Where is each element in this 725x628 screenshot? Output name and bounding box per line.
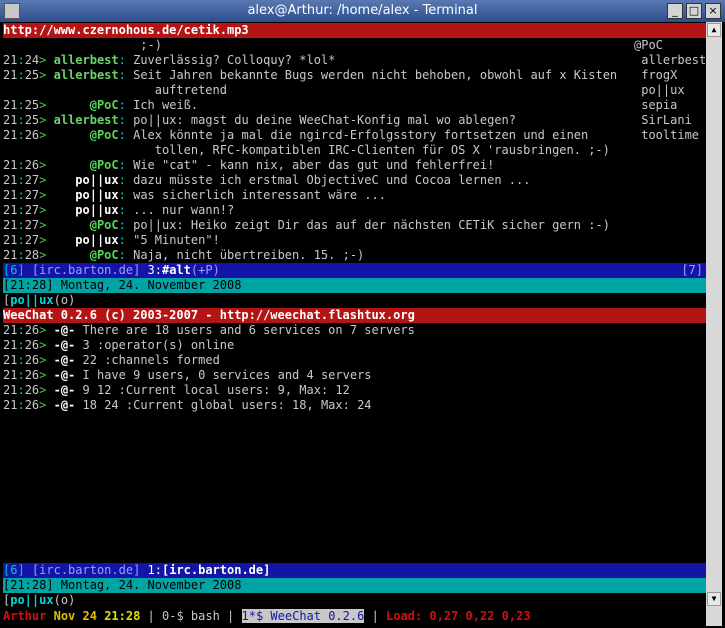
continuation-line: ;-) bbox=[140, 38, 162, 52]
chat-line: 21:24> allerbest: Zuverlässig? Colloquy?… bbox=[3, 53, 336, 67]
chat-line: 21:27> @PoC: po||ux: Heiko zeigt Dir das… bbox=[3, 218, 610, 232]
terminal-content[interactable]: http://www.czernohous.de/cetik.mp3 ;-) 2… bbox=[3, 22, 706, 626]
chat-line: 21:27> po||ux: was sicherlich interessan… bbox=[3, 188, 386, 202]
server-line: 21:26> -@- 18 24 :Current global users: … bbox=[3, 398, 372, 412]
terminal-window: alex@Arthur: /home/alex - Terminal _ □ ×… bbox=[0, 0, 725, 628]
minimize-button[interactable]: _ bbox=[667, 3, 683, 19]
scrollbar[interactable]: ▲ ▼ bbox=[706, 22, 722, 626]
chat-line: 21:25> allerbest: po||ux: magst du deine… bbox=[3, 113, 516, 127]
screen-window-weechat[interactable]: 1*$ WeeChat 0.2.6 bbox=[241, 609, 365, 623]
chat-line: auftretend bbox=[154, 83, 227, 97]
chat-line: 21:26> @PoC: Alex könnte ja mal die ngir… bbox=[3, 128, 589, 142]
nick-label: @PoC bbox=[89, 128, 119, 142]
server-line: 21:26> -@- There are 18 users and 6 serv… bbox=[3, 323, 415, 337]
bottom-status-bar: [6] [irc.barton.de] 1:[irc.barton.de] bbox=[3, 563, 706, 578]
top-info-bar: [21:28] Montag, 24. November 2008 bbox=[3, 278, 706, 293]
bottom-topic-bar: WeeChat 0.2.6 (c) 2003-2007 - http://wee… bbox=[3, 308, 706, 323]
nicklist-item[interactable]: sepia bbox=[634, 98, 706, 113]
nicklist-item[interactable]: tooltime bbox=[634, 128, 706, 143]
title-bar[interactable]: alex@Arthur: /home/alex - Terminal _ □ × bbox=[0, 0, 725, 22]
chat-line: 21:27> po||ux: dazu müsste ich erstmal O… bbox=[3, 173, 531, 187]
nick-label: @PoC bbox=[89, 98, 119, 112]
nicklist-item[interactable]: frogX bbox=[634, 68, 706, 83]
bottom-info-bar: [21:28] Montag, 24. November 2008 bbox=[3, 578, 706, 593]
scroll-down-arrow-icon[interactable]: ▼ bbox=[707, 592, 721, 606]
chat-line: tollen, RFC-kompatiblen IRC-Clienten für… bbox=[154, 143, 610, 157]
nick-label: allerbest bbox=[53, 53, 119, 67]
chat-line: 21:25> allerbest: Seit Jahren bekannte B… bbox=[3, 68, 618, 82]
top-status-bar: [6] [irc.barton.de] 3:#alt(+P) [7] bbox=[3, 263, 706, 278]
screen-window-bash[interactable]: 0-$ bash bbox=[162, 609, 220, 623]
nick-list[interactable]: @PoC allerbest frogX po||ux sepia SirLan… bbox=[634, 38, 706, 143]
chat-line: 21:25> @PoC: Ich weiß. bbox=[3, 98, 199, 112]
nick-label: @PoC bbox=[89, 158, 119, 172]
nicklist-item[interactable]: @PoC bbox=[634, 38, 706, 53]
chat-line: 21:27> po||ux: "5 Minuten"! bbox=[3, 233, 220, 247]
chat-line: 21:26> @PoC: Wie "cat" - kann nix, aber … bbox=[3, 158, 495, 172]
nick-label: po||ux bbox=[75, 173, 119, 187]
screen-status-line: Arthur Nov 24 21:28 | 0-$ bash | 1*$ Wee… bbox=[3, 609, 531, 623]
nicklist-item[interactable]: allerbest bbox=[634, 53, 706, 68]
bottom-input-line[interactable]: [po||ux(o) bbox=[3, 593, 75, 608]
server-line: 21:26> -@- 9 12 :Current local users: 9,… bbox=[3, 383, 350, 397]
server-line: 21:26> -@- 3 :operator(s) online bbox=[3, 338, 235, 352]
top-topic-bar: http://www.czernohous.de/cetik.mp3 bbox=[3, 23, 706, 38]
nick-label: allerbest bbox=[53, 68, 119, 82]
nicklist-item[interactable]: SirLani bbox=[634, 113, 706, 128]
top-input-line[interactable]: [po||ux(o) bbox=[3, 293, 75, 308]
nick-label: @PoC bbox=[89, 218, 119, 232]
chat-line: 21:27> po||ux: ... nur wann!? bbox=[3, 203, 235, 217]
close-button[interactable]: × bbox=[705, 3, 721, 19]
server-line: 21:26> -@- 22 :channels formed bbox=[3, 353, 220, 367]
maximize-button[interactable]: □ bbox=[686, 3, 702, 19]
nicklist-item[interactable]: po||ux bbox=[634, 83, 706, 98]
nick-label: @PoC bbox=[89, 248, 119, 262]
nick-label: allerbest bbox=[53, 113, 119, 127]
chat-line: 21:28> @PoC: Naja, nicht übertreiben. 15… bbox=[3, 248, 365, 262]
nick-label: po||ux bbox=[75, 233, 119, 247]
server-line: 21:26> -@- I have 9 users, 0 services an… bbox=[3, 368, 372, 382]
nick-label: po||ux bbox=[75, 203, 119, 217]
window-title: alex@Arthur: /home/alex - Terminal bbox=[247, 3, 478, 18]
scroll-up-arrow-icon[interactable]: ▲ bbox=[707, 23, 721, 37]
nick-label: po||ux bbox=[75, 188, 119, 202]
